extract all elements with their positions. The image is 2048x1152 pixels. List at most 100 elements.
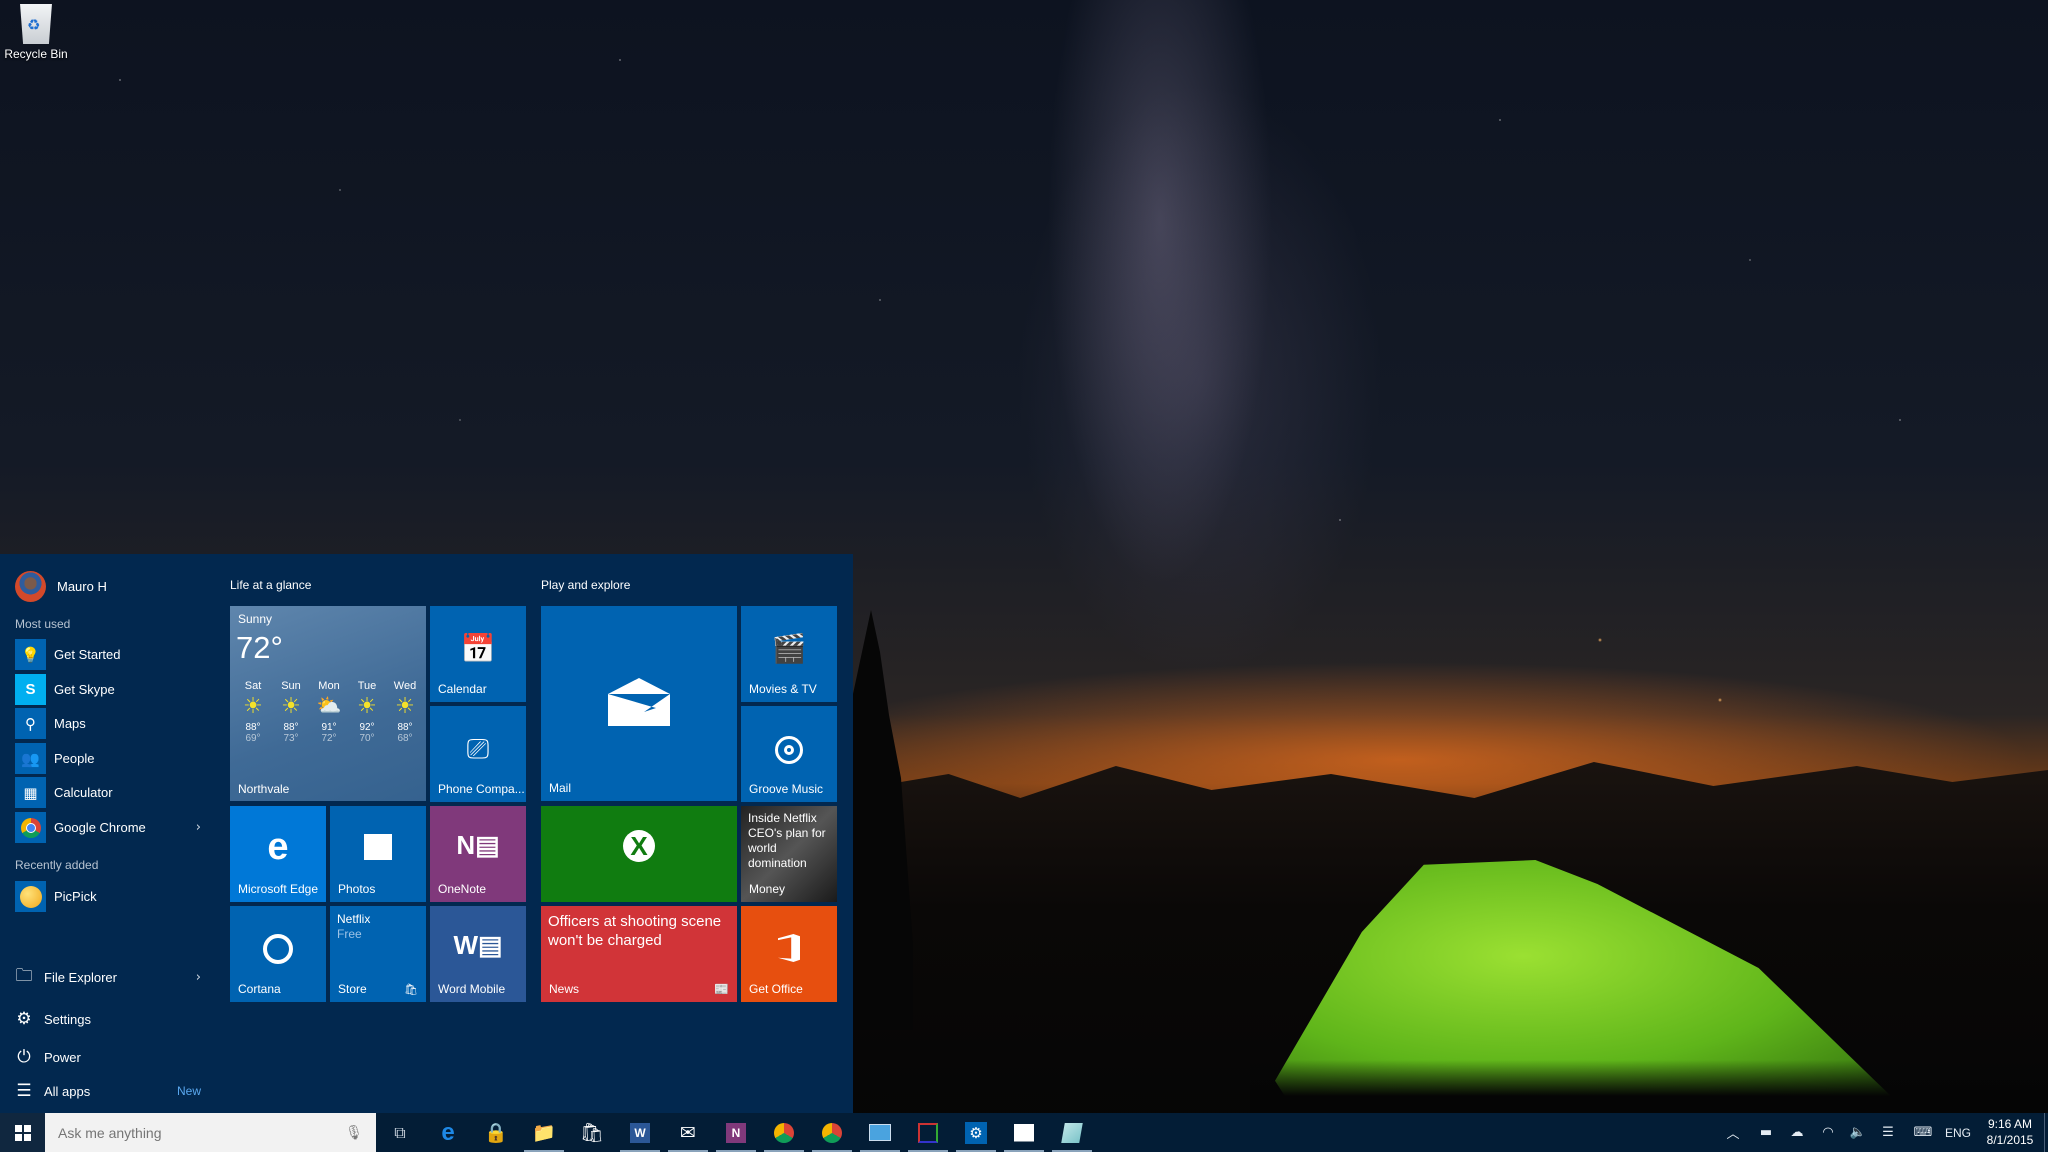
tile-cortana[interactable]: Cortana bbox=[230, 906, 326, 1002]
tile-label: Store bbox=[338, 982, 367, 996]
settings-button[interactable]: ⚙ Settings bbox=[12, 1004, 205, 1034]
tile-xbox[interactable]: X bbox=[541, 806, 737, 902]
forecast-high: 88° bbox=[397, 722, 413, 733]
keepass-lock-icon: 🔒 bbox=[484, 1122, 508, 1144]
onedrive-tray-button[interactable]: ☁ bbox=[1782, 1113, 1812, 1152]
app-label: Get Started bbox=[54, 647, 121, 662]
taskbar-mail[interactable]: ✉ bbox=[664, 1113, 712, 1152]
app-google-chrome[interactable]: Google Chrome › bbox=[15, 812, 205, 843]
most-used-heading: Most used bbox=[15, 617, 71, 631]
input-language-button[interactable]: ENG bbox=[1942, 1113, 1974, 1152]
wifi-tray-button[interactable]: ◠ bbox=[1814, 1113, 1842, 1152]
volume-tray-button[interactable]: 🔈 bbox=[1844, 1113, 1872, 1152]
taskbar-remote-desktop[interactable] bbox=[856, 1113, 904, 1152]
clock-button[interactable]: 9:16 AM 8/1/2015 bbox=[1976, 1116, 2044, 1148]
desktop-icon-label: Recycle Bin bbox=[4, 47, 68, 61]
store-promo-title: Netflix bbox=[337, 912, 371, 926]
all-apps-button[interactable]: ☰ All apps New bbox=[12, 1076, 205, 1106]
app-calculator[interactable]: ▦ Calculator bbox=[15, 777, 205, 808]
folder-icon: 🗀 bbox=[15, 965, 33, 986]
tile-get-office[interactable]: Get Office bbox=[741, 906, 837, 1002]
power-button[interactable]: ⏻ Power bbox=[12, 1042, 205, 1072]
file-explorer-label: File Explorer bbox=[44, 969, 117, 985]
tile-word-mobile[interactable]: W▤ Word Mobile bbox=[430, 906, 526, 1002]
taskbar-task-view[interactable]: ⧉ bbox=[376, 1113, 424, 1152]
app-get-started[interactable]: 💡 Get Started bbox=[15, 639, 205, 670]
show-hidden-icons-button[interactable]: ︿ bbox=[1720, 1113, 1746, 1152]
tile-news[interactable]: Officers at shooting scene won't be char… bbox=[541, 906, 737, 1002]
tile-calendar[interactable]: 📅 Calendar bbox=[430, 606, 526, 702]
taskbar-chrome-profile[interactable] bbox=[808, 1113, 856, 1152]
avatar bbox=[15, 571, 46, 602]
tile-label: Groove Music bbox=[749, 782, 824, 796]
group-play-and-explore-heading[interactable]: Play and explore bbox=[541, 578, 630, 592]
taskbar-word[interactable]: W bbox=[616, 1113, 664, 1152]
taskbar-edge[interactable]: e bbox=[424, 1113, 472, 1152]
app-label: Calculator bbox=[54, 785, 113, 800]
taskbar-notepad[interactable] bbox=[1048, 1113, 1096, 1152]
forecast-day: Tue ☀ 92° 70° bbox=[348, 680, 386, 744]
tile-microsoft-edge[interactable]: e Microsoft Edge bbox=[230, 806, 326, 902]
file-explorer-button[interactable]: 🗀 File Explorer › bbox=[12, 962, 205, 992]
tile-money[interactable]: Inside Netflix CEO's plan for world domi… bbox=[741, 806, 837, 902]
taskbar: 🎙 ⧉ e 🔒 📁 🛍 W ✉ N ⚙ ︿ ▬ ☁ ◠ 🔈 ☰ ⌨ ENG 9:… bbox=[0, 1113, 2048, 1152]
touch-keyboard-button[interactable]: ⌨ bbox=[1906, 1113, 1940, 1152]
forecast-day-name: Sat bbox=[244, 680, 262, 692]
search-input[interactable] bbox=[56, 1123, 344, 1142]
app-label: Get Skype bbox=[54, 682, 115, 697]
folder-icon: 📁 bbox=[532, 1122, 556, 1144]
gear-icon: ⚙ bbox=[16, 1009, 32, 1029]
cortana-search-box[interactable]: 🎙 bbox=[45, 1113, 376, 1152]
desktop-icon-recycle-bin[interactable]: ♻ Recycle Bin bbox=[4, 4, 68, 61]
forecast-day: Wed ☀ 88° 68° bbox=[386, 680, 424, 744]
new-badge: New bbox=[176, 1084, 201, 1098]
taskbar-settings[interactable]: ⚙ bbox=[952, 1113, 1000, 1152]
taskbar-keepass[interactable]: 🔒 bbox=[472, 1113, 520, 1152]
microphone-icon[interactable]: 🎙 bbox=[344, 1125, 364, 1141]
app-people[interactable]: 👥 People bbox=[15, 743, 205, 774]
weather-temperature: 72° bbox=[236, 630, 283, 665]
cloud-icon: ☁ bbox=[1790, 1125, 1804, 1140]
tile-label: Money bbox=[749, 882, 786, 896]
action-center-button[interactable]: ☰ bbox=[1874, 1113, 1902, 1152]
start-menu: Mauro H Most used 💡 Get Started S Get Sk… bbox=[0, 554, 853, 1113]
show-desktop-button[interactable] bbox=[2044, 1113, 2048, 1152]
taskbar-onenote[interactable]: N bbox=[712, 1113, 760, 1152]
tile-mail[interactable]: Mail bbox=[541, 606, 737, 801]
forecast-high: 88° bbox=[245, 722, 261, 733]
forecast-day: Sat ☀ 88° 69° bbox=[234, 680, 272, 744]
weather-location: Northvale bbox=[238, 782, 290, 796]
user-account-button[interactable]: Mauro H bbox=[15, 571, 107, 602]
tile-store[interactable]: Netflix Free Store 🛍 bbox=[330, 906, 426, 1002]
start-button[interactable] bbox=[0, 1113, 45, 1152]
forecast-high: 91° bbox=[321, 722, 337, 733]
phone-laptop-icon: ⎚ bbox=[466, 732, 490, 765]
taskbar-chrome[interactable] bbox=[760, 1113, 808, 1152]
tile-weather[interactable]: Sunny 72° Sat ☀ 88° 69° Sun ☀ 88° 73° Mo… bbox=[230, 606, 426, 801]
forecast-day-name: Sun bbox=[281, 680, 301, 692]
taskbar-file-explorer[interactable]: 📁 bbox=[520, 1113, 568, 1152]
chrome-icon bbox=[774, 1122, 794, 1143]
tile-groove-music[interactable]: Groove Music bbox=[741, 706, 837, 802]
taskbar-store[interactable]: 🛍 bbox=[568, 1113, 616, 1152]
edge-icon: e bbox=[441, 1118, 455, 1146]
chevron-right-icon[interactable]: › bbox=[196, 820, 201, 835]
cortana-icon bbox=[230, 934, 326, 968]
group-life-at-a-glance-heading[interactable]: Life at a glance bbox=[230, 578, 311, 592]
tile-photos[interactable]: Photos bbox=[330, 806, 426, 902]
forecast-low: 69° bbox=[245, 733, 261, 744]
taskbar-picpick[interactable] bbox=[904, 1113, 952, 1152]
battery-tray-button[interactable]: ▬ bbox=[1752, 1113, 1780, 1152]
tile-label: Calendar bbox=[438, 682, 487, 696]
chevron-right-icon[interactable]: › bbox=[196, 970, 201, 985]
app-get-skype[interactable]: S Get Skype bbox=[15, 674, 205, 705]
tile-label: Get Office bbox=[749, 982, 803, 996]
taskbar-photos[interactable] bbox=[1000, 1113, 1048, 1152]
tile-phone-companion[interactable]: ⎚ Phone Compa... bbox=[430, 706, 526, 802]
tile-onenote[interactable]: N▤ OneNote bbox=[430, 806, 526, 902]
calculator-icon: ▦ bbox=[15, 777, 46, 808]
app-maps[interactable]: ⚲ Maps bbox=[15, 708, 205, 739]
tile-movies-tv[interactable]: 🎬 Movies & TV bbox=[741, 606, 837, 702]
app-picpick[interactable]: PicPick bbox=[15, 881, 205, 912]
forecast-high: 92° bbox=[359, 722, 375, 733]
